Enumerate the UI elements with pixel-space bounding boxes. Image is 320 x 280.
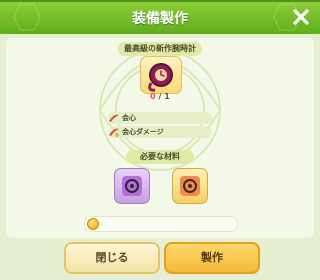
orange-gear-material-icon bbox=[180, 176, 200, 196]
material-slot-1[interactable] bbox=[114, 168, 150, 204]
purple-gear-material-icon bbox=[122, 176, 142, 196]
item-owned-count: 0 / 1 bbox=[140, 92, 180, 101]
item-name-label: 最高級の新作腕時計 bbox=[118, 42, 202, 56]
critical-damage-icon bbox=[109, 128, 119, 137]
required-value: / 1 bbox=[158, 92, 170, 101]
page-title: 装備製作 bbox=[132, 11, 188, 27]
cost-bar bbox=[84, 216, 238, 232]
coin-icon bbox=[87, 218, 99, 230]
close-button[interactable]: 閉じる bbox=[64, 242, 160, 274]
close-icon[interactable] bbox=[292, 8, 310, 26]
material-slot-2[interactable] bbox=[172, 168, 208, 204]
craft-button[interactable]: 製作 bbox=[164, 242, 260, 274]
stat-row-critical: 会心 bbox=[108, 112, 212, 124]
critical-icon bbox=[109, 114, 119, 122]
item-icon-frame bbox=[140, 56, 182, 94]
stat-label: 会心ダメージ bbox=[122, 128, 164, 136]
materials-label: 必要な材料 bbox=[126, 150, 194, 164]
stat-label: 会心 bbox=[122, 114, 136, 122]
owned-value: 0 bbox=[150, 92, 156, 101]
wristwatch-icon bbox=[148, 63, 173, 92]
stat-row-critical-damage: 会心ダメージ bbox=[108, 126, 212, 138]
